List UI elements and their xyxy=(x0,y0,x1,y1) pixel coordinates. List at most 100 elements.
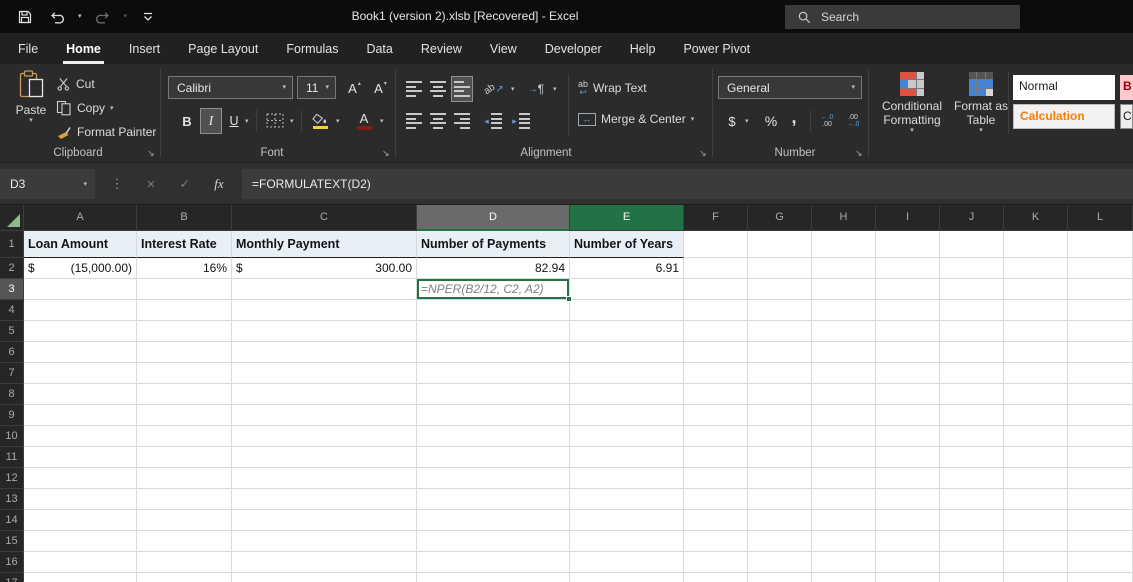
alignment-dialog-launcher-icon[interactable]: ↘ xyxy=(699,148,707,159)
cell-F12[interactable] xyxy=(684,468,748,489)
cell-I6[interactable] xyxy=(876,342,940,363)
tab-formulas[interactable]: Formulas xyxy=(272,33,352,64)
cell-J7[interactable] xyxy=(940,363,1004,384)
cell-B10[interactable] xyxy=(137,426,232,447)
cell-C4[interactable] xyxy=(232,300,417,321)
cell-J9[interactable] xyxy=(940,405,1004,426)
font-size-combo[interactable]: 11 ▾ xyxy=(297,76,336,99)
cell-B12[interactable] xyxy=(137,468,232,489)
conditional-formatting-dropdown-icon[interactable]: ▾ xyxy=(910,127,914,134)
cell-D2[interactable]: 82.94 xyxy=(417,258,570,279)
font-size-dropdown-icon[interactable]: ▾ xyxy=(325,84,329,91)
column-header-F[interactable]: F xyxy=(684,205,748,231)
cell-F16[interactable] xyxy=(684,552,748,573)
cell-E14[interactable] xyxy=(570,510,684,531)
cell-G2[interactable] xyxy=(748,258,812,279)
tab-insert[interactable]: Insert xyxy=(115,33,174,64)
cell-H13[interactable] xyxy=(812,489,876,510)
cell-G11[interactable] xyxy=(748,447,812,468)
paste-button[interactable]: Paste ▾ xyxy=(8,70,54,144)
row-header-14[interactable]: 14 xyxy=(0,510,24,531)
column-header-H[interactable]: H xyxy=(812,205,876,231)
row-header-7[interactable]: 7 xyxy=(0,363,24,384)
cell-C9[interactable] xyxy=(232,405,417,426)
cell-D9[interactable] xyxy=(417,405,570,426)
cell-C16[interactable] xyxy=(232,552,417,573)
text-direction-icon[interactable]: → ¶ xyxy=(523,76,549,102)
cell-B9[interactable] xyxy=(137,405,232,426)
increase-font-size-button[interactable]: A▴ xyxy=(342,75,366,101)
cell-C10[interactable] xyxy=(232,426,417,447)
cell-G12[interactable] xyxy=(748,468,812,489)
cell-H6[interactable] xyxy=(812,342,876,363)
cell-J12[interactable] xyxy=(940,468,1004,489)
cell-K2[interactable] xyxy=(1004,258,1068,279)
row-header-4[interactable]: 4 xyxy=(0,300,24,321)
cell-F9[interactable] xyxy=(684,405,748,426)
cell-K11[interactable] xyxy=(1004,447,1068,468)
cell-G17[interactable] xyxy=(748,573,812,582)
cell-E16[interactable] xyxy=(570,552,684,573)
cell-D16[interactable] xyxy=(417,552,570,573)
cell-H4[interactable] xyxy=(812,300,876,321)
cell-J3[interactable] xyxy=(940,279,1004,300)
tab-review[interactable]: Review xyxy=(407,33,476,64)
cell-K16[interactable] xyxy=(1004,552,1068,573)
cell-B3[interactable] xyxy=(137,279,232,300)
cell-F7[interactable] xyxy=(684,363,748,384)
cell-K14[interactable] xyxy=(1004,510,1068,531)
cell-J14[interactable] xyxy=(940,510,1004,531)
wrap-text-button[interactable]: ab ↩ Wrap Text xyxy=(578,80,647,96)
cell-F15[interactable] xyxy=(684,531,748,552)
cell-L5[interactable] xyxy=(1068,321,1133,342)
cell-B1[interactable]: Interest Rate xyxy=(137,231,232,258)
cell-L16[interactable] xyxy=(1068,552,1133,573)
cell-E2[interactable]: 6.91 xyxy=(570,258,684,279)
cell-D6[interactable] xyxy=(417,342,570,363)
cell-G8[interactable] xyxy=(748,384,812,405)
cell-style-bad-partial[interactable]: B xyxy=(1120,75,1133,100)
cell-C2[interactable]: $300.00 xyxy=(232,258,417,279)
cell-C12[interactable] xyxy=(232,468,417,489)
cell-K5[interactable] xyxy=(1004,321,1068,342)
font-color-icon[interactable]: A xyxy=(352,108,376,134)
cell-E10[interactable] xyxy=(570,426,684,447)
cell-F3[interactable] xyxy=(684,279,748,300)
cell-L17[interactable] xyxy=(1068,573,1133,582)
cell-K7[interactable] xyxy=(1004,363,1068,384)
increase-indent-icon[interactable]: ▸ xyxy=(509,108,533,134)
cell-D3[interactable]: =NPER(B2/12, C2, A2) xyxy=(417,279,570,300)
column-header-I[interactable]: I xyxy=(876,205,940,231)
orientation-icon[interactable]: ab ↗ xyxy=(481,76,507,102)
cell-F17[interactable] xyxy=(684,573,748,582)
cell-C15[interactable] xyxy=(232,531,417,552)
cell-B4[interactable] xyxy=(137,300,232,321)
format-painter-button[interactable]: Format Painter xyxy=(56,124,156,140)
cell-B13[interactable] xyxy=(137,489,232,510)
borders-icon[interactable] xyxy=(262,108,288,134)
cell-D7[interactable] xyxy=(417,363,570,384)
cell-L6[interactable] xyxy=(1068,342,1133,363)
cell-F6[interactable] xyxy=(684,342,748,363)
cell-L7[interactable] xyxy=(1068,363,1133,384)
search-box[interactable]: Search xyxy=(785,5,1020,29)
cell-A9[interactable] xyxy=(24,405,137,426)
cell-H15[interactable] xyxy=(812,531,876,552)
undo-icon[interactable] xyxy=(46,6,68,28)
cell-K6[interactable] xyxy=(1004,342,1068,363)
row-header-5[interactable]: 5 xyxy=(0,321,24,342)
cell-I8[interactable] xyxy=(876,384,940,405)
paste-dropdown-icon[interactable]: ▾ xyxy=(29,117,33,124)
cell-E7[interactable] xyxy=(570,363,684,384)
cell-A5[interactable] xyxy=(24,321,137,342)
cell-K10[interactable] xyxy=(1004,426,1068,447)
cell-I10[interactable] xyxy=(876,426,940,447)
borders-dropdown-icon[interactable]: ▾ xyxy=(290,118,294,125)
cell-G9[interactable] xyxy=(748,405,812,426)
cell-F10[interactable] xyxy=(684,426,748,447)
accounting-format-icon[interactable]: $ xyxy=(722,108,742,134)
cell-I4[interactable] xyxy=(876,300,940,321)
cell-B2[interactable]: 16% xyxy=(137,258,232,279)
tab-file[interactable]: File xyxy=(4,33,52,64)
cell-C11[interactable] xyxy=(232,447,417,468)
